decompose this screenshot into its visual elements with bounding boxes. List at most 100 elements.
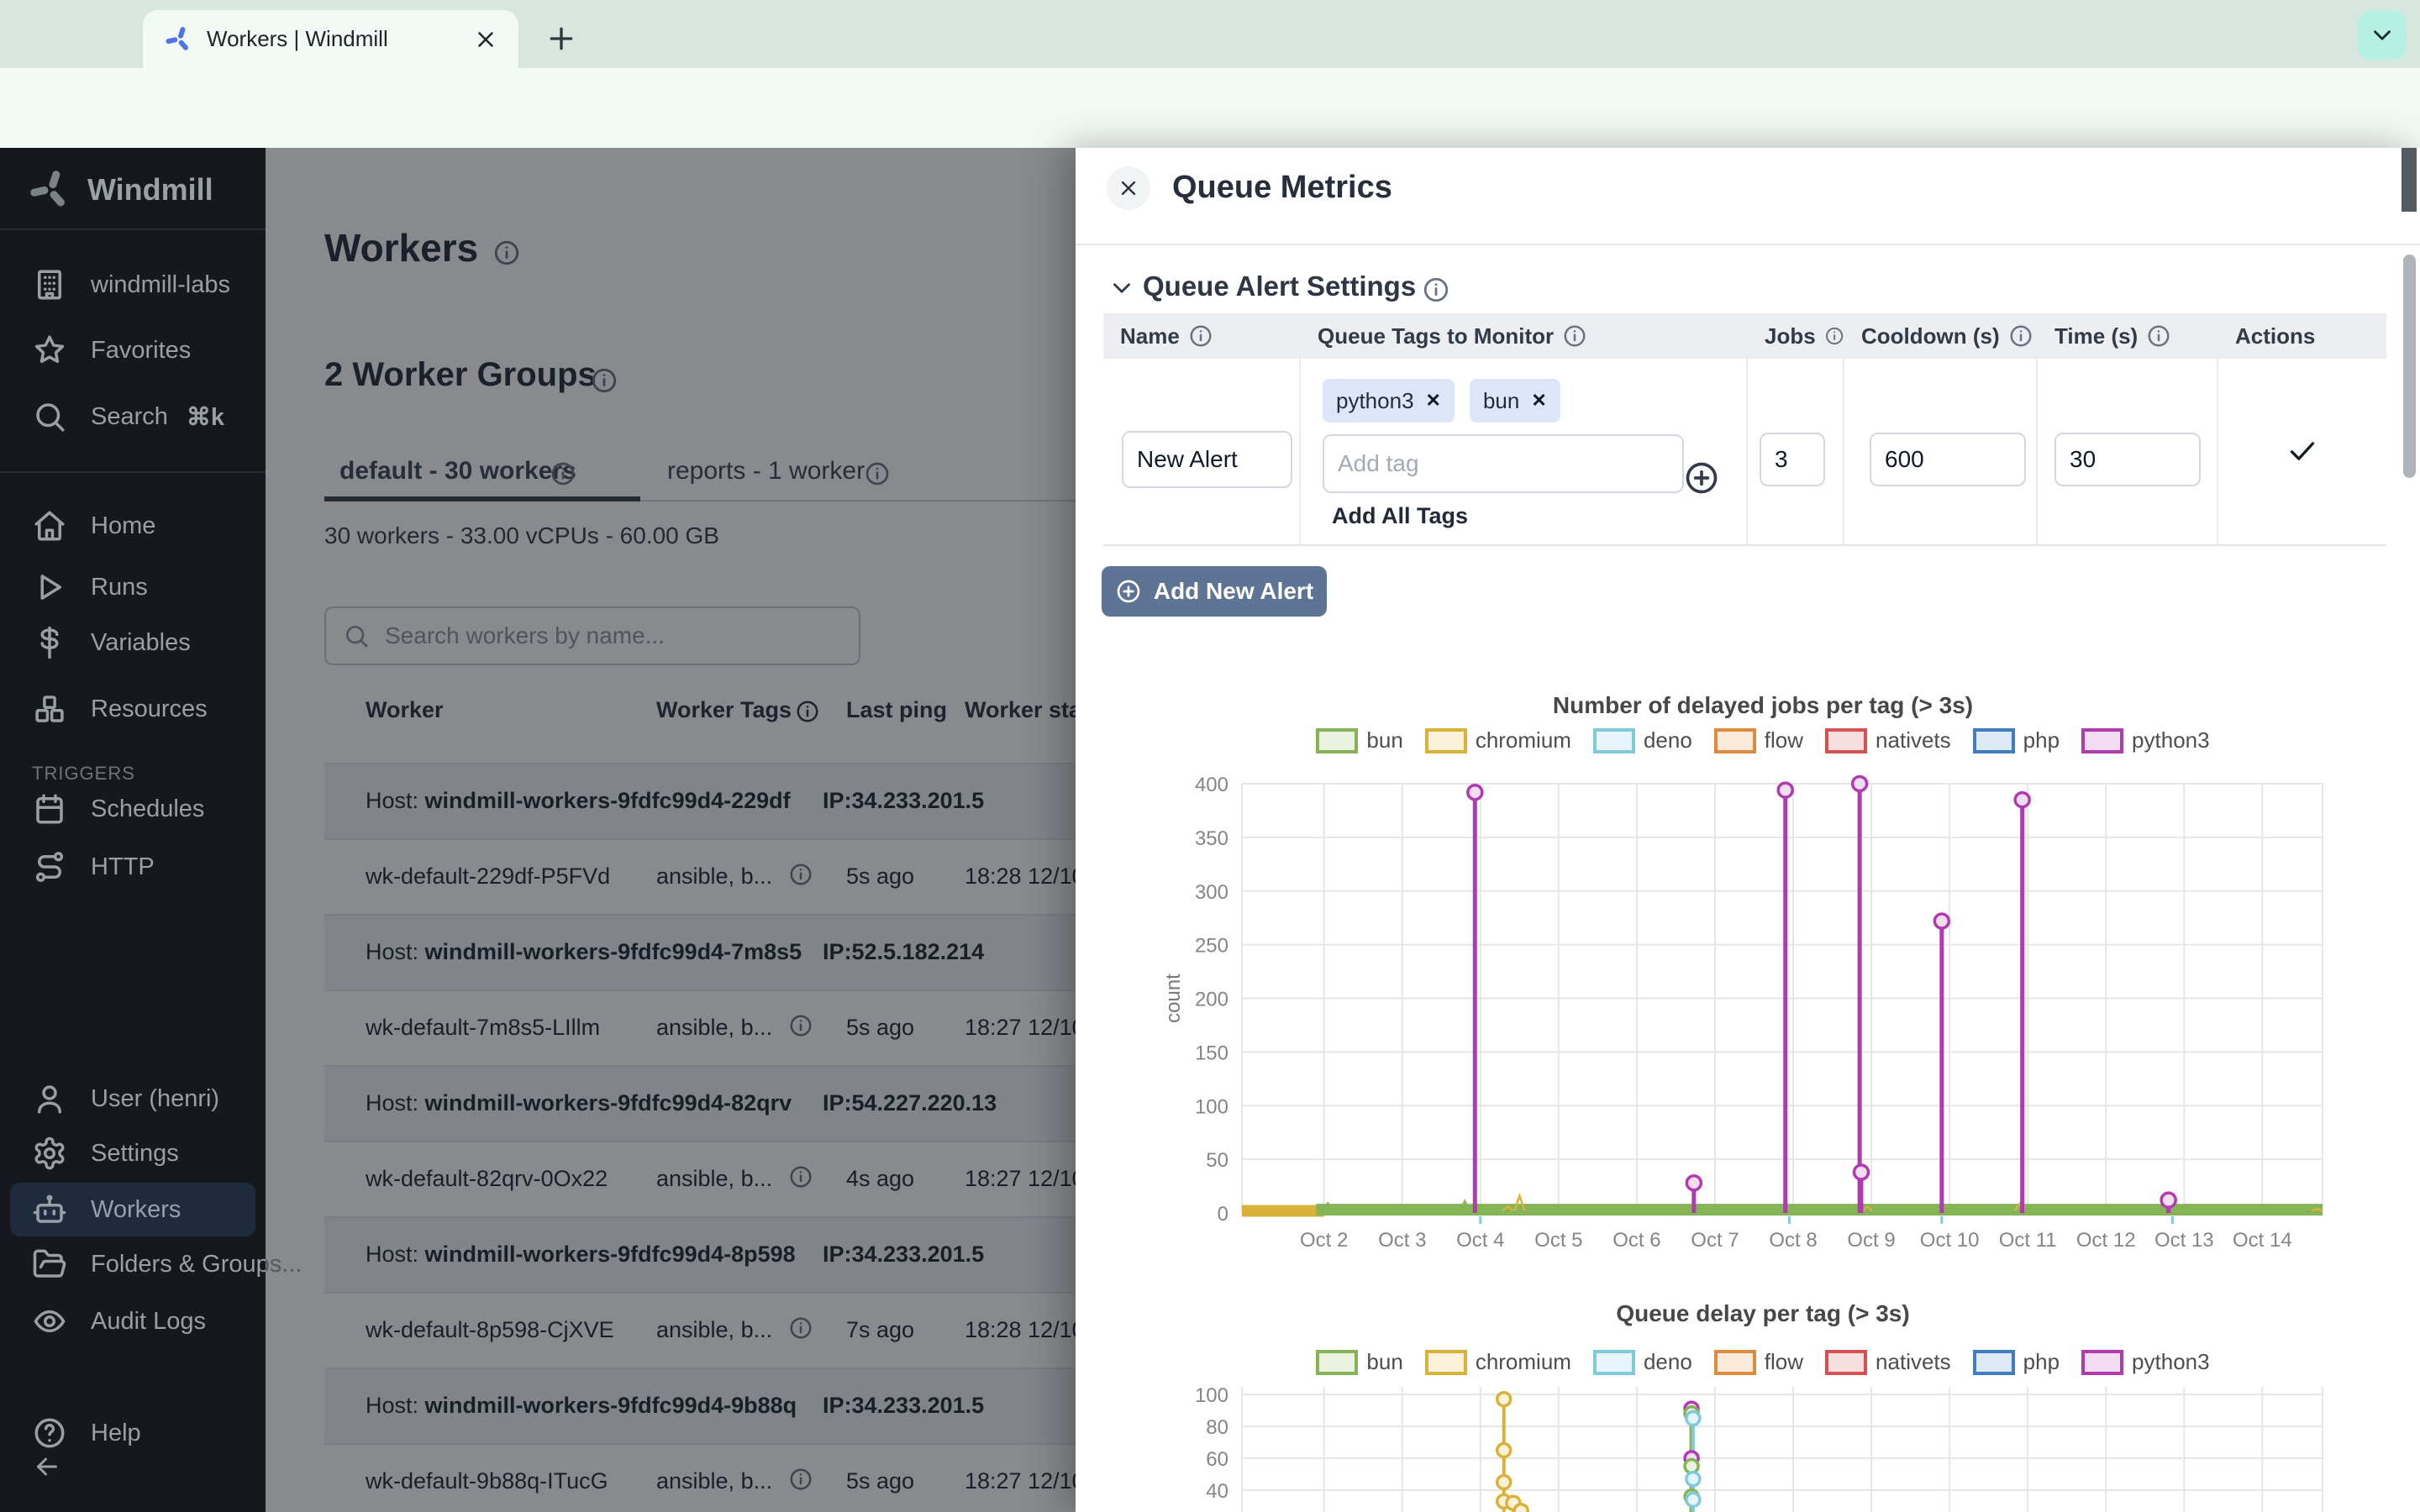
remove-tag-icon[interactable]: ✕: [1531, 390, 1546, 412]
svg-text:Oct 11: Oct 11: [1999, 1229, 2057, 1252]
chart2-legend: bun chromium deno flow nativets php python3: [1158, 1349, 2368, 1375]
svg-text:400: 400: [1195, 774, 1228, 796]
legend-flow[interactable]: flow: [1714, 1349, 1803, 1375]
windmill-favicon-icon: [165, 25, 193, 54]
windmill-logo-text: Windmill: [87, 172, 213, 207]
svg-text:Oct 7: Oct 7: [1691, 1229, 1739, 1252]
legend-php[interactable]: php: [1973, 727, 2060, 753]
time-input[interactable]: [2054, 433, 2201, 486]
sidebar-item-workers[interactable]: Workers: [10, 1183, 255, 1236]
add-all-tags-link[interactable]: Add All Tags: [1332, 503, 1468, 529]
sidebar-item-search[interactable]: Search⌘k: [0, 390, 266, 444]
legend-swatch: [1825, 728, 1867, 753]
jobs-input[interactable]: [1760, 433, 1825, 486]
play-icon: [32, 570, 67, 605]
hdr-time: Time (s): [2054, 323, 2138, 349]
svg-text:Oct 9: Oct 9: [1847, 1229, 1895, 1252]
collapse-sidebar-icon[interactable]: [32, 1452, 62, 1482]
eye-icon: [32, 1304, 67, 1339]
browser-tab[interactable]: Workers | Windmill: [143, 10, 518, 68]
sidebar-logo[interactable]: Windmill: [0, 163, 266, 217]
legend-swatch: [1973, 1350, 2015, 1375]
tag-chips: python3✕ bun✕: [1323, 379, 1560, 423]
alert-settings-table: Name Queue Tags to Monitor Jobs Cooldown…: [1103, 313, 2386, 546]
sidebar-item-audit-logs[interactable]: Audit Logs: [0, 1294, 266, 1348]
section-collapse-icon[interactable]: [1107, 274, 1136, 302]
legend-swatch: [2081, 728, 2123, 753]
alert-settings-info-icon[interactable]: [1422, 276, 1450, 304]
legend-python3[interactable]: python3: [2081, 1349, 2210, 1375]
svg-text:80: 80: [1206, 1416, 1228, 1439]
legend-swatch: [1425, 1350, 1467, 1375]
close-icon: [1117, 176, 1140, 200]
legend-swatch: [1425, 728, 1467, 753]
sidebar-item-runs[interactable]: Runs: [0, 560, 266, 614]
legend-flow[interactable]: flow: [1714, 727, 1803, 753]
svg-text:150: 150: [1195, 1042, 1228, 1064]
tag-chip-bun[interactable]: bun✕: [1470, 379, 1560, 423]
add-new-alert-button[interactable]: Add New Alert: [1102, 566, 1327, 617]
scrollbar-thumb-top[interactable]: [2402, 148, 2417, 212]
sidebar-item-variables[interactable]: Variables: [0, 616, 266, 669]
legend-deno[interactable]: deno: [1593, 727, 1692, 753]
add-tag-input[interactable]: [1323, 434, 1684, 493]
new-tab-button[interactable]: [544, 22, 578, 55]
tab-close-icon[interactable]: [473, 27, 498, 52]
windmill-logo-icon: [29, 168, 72, 212]
sidebar-item-settings[interactable]: Settings: [0, 1126, 266, 1180]
add-tag-plus-icon[interactable]: [1683, 459, 1720, 496]
sidebar-item-windmill-labs[interactable]: windmill-labs: [0, 258, 266, 312]
tags-info-icon[interactable]: [1562, 323, 1587, 349]
tag-chip-python3[interactable]: python3✕: [1323, 379, 1455, 423]
sidebar-item-schedules[interactable]: Schedules: [0, 782, 266, 836]
jobs-info-icon[interactable]: [1824, 323, 1844, 349]
tab-search-chevron-button[interactable]: [2358, 11, 2407, 60]
sidebar-item-resources[interactable]: Resources: [0, 682, 266, 736]
browser-tab-strip: Workers | Windmill: [0, 0, 2420, 68]
cooldown-info-icon[interactable]: [2008, 323, 2033, 349]
drawer-divider: [1076, 244, 2420, 245]
svg-text:Oct 4: Oct 4: [1456, 1229, 1504, 1252]
drawer-close-button[interactable]: [1107, 166, 1150, 210]
legend-php[interactable]: php: [1973, 1349, 2060, 1375]
sidebar-collapse[interactable]: [0, 1446, 266, 1488]
sidebar-item-user-henri[interactable]: User (henri): [0, 1072, 266, 1126]
chevron-down-icon: [2368, 21, 2396, 50]
svg-text:100: 100: [1195, 1095, 1228, 1118]
chart2-title: Queue delay per tag (> 3s): [1158, 1300, 2368, 1327]
svg-text:350: 350: [1195, 827, 1228, 850]
legend-bun[interactable]: bun: [1316, 727, 1402, 753]
time-info-icon[interactable]: [2146, 323, 2171, 349]
legend-nativets[interactable]: nativets: [1825, 727, 1951, 753]
alert-name-input[interactable]: [1122, 431, 1292, 488]
svg-text:40: 40: [1206, 1480, 1228, 1503]
legend-deno[interactable]: deno: [1593, 1349, 1692, 1375]
sidebar-item-folders-groups[interactable]: Folders & Groups...: [0, 1237, 266, 1291]
legend-swatch: [1316, 728, 1358, 753]
chart1-title: Number of delayed jobs per tag (> 3s): [1158, 692, 2368, 719]
sidebar-item-favorites[interactable]: Favorites: [0, 323, 266, 377]
alert-settings-title: Queue Alert Settings: [1143, 270, 1416, 302]
legend-python3[interactable]: python3: [2081, 727, 2210, 753]
tab-title: Workers | Windmill: [207, 26, 388, 52]
legend-swatch: [1714, 728, 1756, 753]
sidebar-divider: [0, 228, 266, 230]
legend-chromium[interactable]: chromium: [1425, 1349, 1571, 1375]
hdr-tags: Queue Tags to Monitor: [1318, 323, 1554, 349]
drawer-scrollbar-thumb[interactable]: [2403, 255, 2416, 478]
sidebar: Windmill windmill-labs Favorites Search⌘k H…: [0, 148, 266, 1512]
svg-text:60: 60: [1206, 1448, 1228, 1471]
sidebar-item-home[interactable]: Home: [0, 499, 266, 553]
hdr-actions: Actions: [2235, 323, 2315, 349]
legend-bun[interactable]: bun: [1316, 1349, 1402, 1375]
add-new-alert-label: Add New Alert: [1154, 578, 1313, 605]
sidebar-item-http[interactable]: HTTP: [0, 840, 266, 894]
boxes-icon: [32, 691, 67, 727]
cooldown-input[interactable]: [1870, 433, 2026, 486]
remove-tag-icon[interactable]: ✕: [1426, 390, 1441, 412]
route-icon: [32, 849, 67, 885]
legend-nativets[interactable]: nativets: [1825, 1349, 1951, 1375]
confirm-check-icon[interactable]: [2286, 434, 2319, 468]
legend-chromium[interactable]: chromium: [1425, 727, 1571, 753]
name-info-icon[interactable]: [1188, 323, 1213, 349]
